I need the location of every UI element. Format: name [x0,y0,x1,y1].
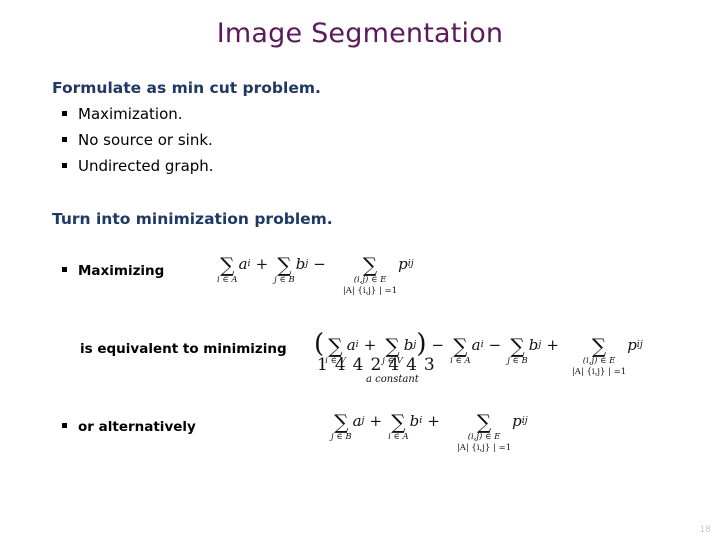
list-item-label: Maximizing [78,263,165,279]
left-paren: ( [314,329,325,359]
term: a [352,412,362,430]
summation-limit-edge: (i,j) ∈ E [582,356,616,366]
term: p [512,412,522,430]
square-bullet-icon [62,163,67,168]
subscript: i [355,339,359,350]
summation-limit-cut: |A| {i,j} | =1 [456,442,512,453]
term: b [528,336,539,354]
summation-operator: ∑ i ∈ A [450,334,471,367]
operator-minus: − [488,336,502,354]
list-item: Undirected graph. [62,157,214,175]
operator-plus: + [363,336,377,354]
summation-limit-cut: |A| {i,j} | =1 [571,366,627,377]
operator-plus: + [369,412,383,430]
subscript: i [419,415,423,426]
list-item-or-alternatively: or alternatively [62,419,196,435]
summation-operator: ∑ j ∈ B [507,334,528,367]
subscript: j [305,258,309,269]
subscript: j [361,415,365,426]
sigma-icon: ∑ [510,334,525,358]
summation-limit: j ∈ B [507,356,528,366]
square-bullet-icon [62,137,67,142]
sigma-icon: ∑ [277,253,292,277]
summation-limit-edge: (i,j) ∈ E [353,275,387,285]
sigma-icon: ∑ [362,253,378,277]
right-paren: ) [416,329,427,359]
operator-minus: − [313,255,326,273]
summation-limit-edge: (i,j) ∈ E [467,432,501,442]
page-title: Image Segmentation [216,18,504,49]
sigma-icon: ∑ [220,253,235,277]
term: a [346,336,356,354]
list-item-label: Undirected graph. [78,157,214,175]
summation-limit: i ∈ A [388,432,409,442]
list-item-label: No source or sink. [78,131,213,149]
summation-limit: i ∈ A [217,275,238,285]
sigma-icon: ∑ [328,334,343,358]
sigma-icon: ∑ [591,334,607,358]
subscript: i [480,339,484,350]
formula-maximizing: ∑ i ∈ A ai + ∑ j ∈ B bj − ∑ (i,j) ∈ E |A… [216,253,414,296]
heading-turn-into-minimization: Turn into minimization problem. [52,210,333,228]
sigma-icon: ∑ [334,410,349,434]
sigma-icon: ∑ [391,410,406,434]
term: b [295,255,306,273]
term: b [403,336,414,354]
summation-operator: ∑ i ∈ A [388,410,409,443]
operator-minus: − [431,336,445,354]
list-item: Maximization. [62,105,183,123]
list-item-label: Maximization. [78,105,183,123]
operator-plus: + [546,336,559,354]
square-bullet-icon [62,111,67,116]
subscript: ij [407,258,414,269]
subscript: i [247,258,251,269]
subscript: ij [521,415,528,426]
square-bullet-icon [62,267,67,272]
summation-limit: j ∈ B [274,275,295,285]
operator-plus: + [255,255,269,273]
operator-plus: + [427,412,440,430]
list-item: No source or sink. [62,131,213,149]
sigma-icon: ∑ [385,334,400,358]
summation-limit: j ∈ B [331,432,352,442]
summation-limit: i ∈ A [450,356,471,366]
formula-alternatively: ∑ j ∈ B aj + ∑ i ∈ A bi + ∑ (i,j) ∈ E |A… [330,410,528,453]
summation-operator-edges: ∑ (i,j) ∈ E |A| {i,j} | =1 [571,334,627,377]
term: p [398,255,408,273]
subscript: j [413,339,417,350]
underbrace-label-a-constant: a constant [366,374,419,385]
term: a [471,336,481,354]
summation-operator: ∑ j ∈ B [331,410,352,443]
list-item-label: or alternatively [78,419,196,435]
label-is-equivalent-to-minimizing: is equivalent to minimizing [80,341,287,357]
term: a [238,255,248,273]
square-bullet-icon [62,423,67,428]
summation-operator-edges: ∑ (i,j) ∈ E |A| {i,j} | =1 [342,253,398,296]
subscript: ij [636,339,643,350]
subscript: j [538,339,542,350]
sigma-icon: ∑ [453,334,468,358]
term: p [627,336,637,354]
page-number: 18 [699,525,711,535]
heading-formulate-min-cut: Formulate as min cut problem. [52,79,321,97]
term: b [409,412,420,430]
sigma-icon: ∑ [476,410,492,434]
summation-limit-cut: |A| {i,j} | =1 [342,285,398,296]
summation-operator: ∑ i ∈ A [217,253,238,286]
list-item-maximizing: Maximizing [62,263,164,279]
summation-operator: ∑ j ∈ B [274,253,295,286]
underbrace-artifact: 1442443 [317,355,442,375]
summation-operator-edges: ∑ (i,j) ∈ E |A| {i,j} | =1 [456,410,512,453]
